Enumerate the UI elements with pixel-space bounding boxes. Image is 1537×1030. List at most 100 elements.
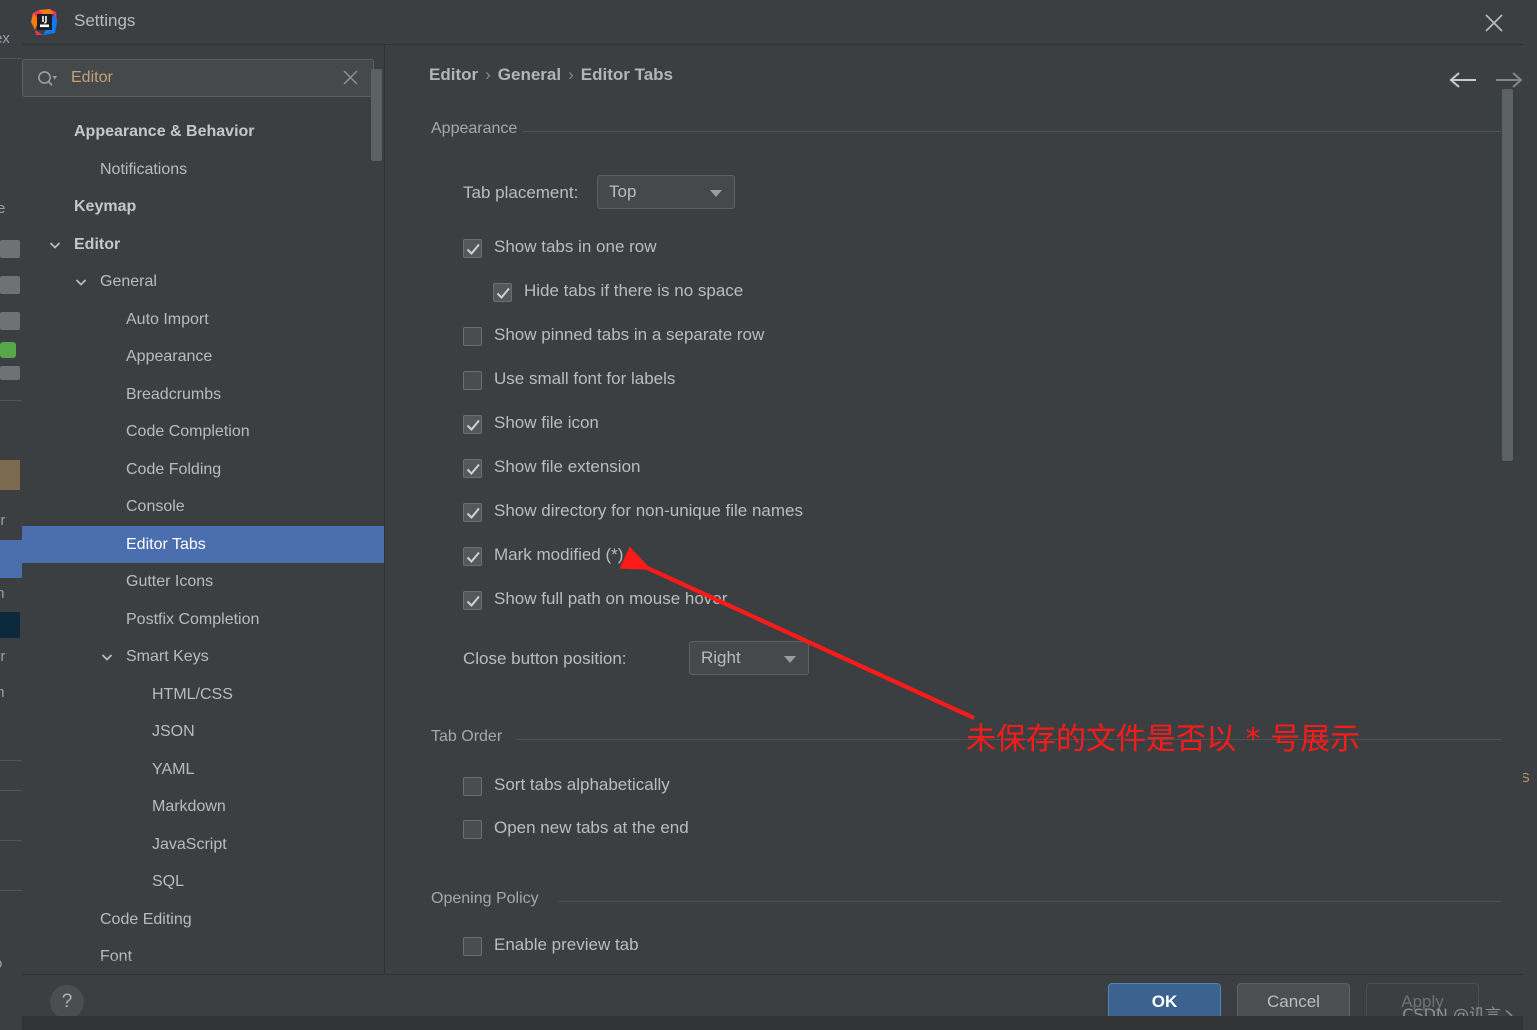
sidebar-item-label: Code Folding: [126, 460, 222, 478]
breadcrumb-part: Editor Tabs: [580, 65, 674, 84]
sidebar-item-label: Breadcrumbs: [126, 385, 222, 403]
checkbox-label: Enable preview tab: [494, 935, 639, 954]
sidebar-item-editor[interactable]: Editor: [22, 226, 384, 264]
sidebar-item-label: Appearance: [126, 348, 213, 365]
checkbox-checked-icon[interactable]: [463, 459, 482, 478]
sidebar-item-editor-tabs[interactable]: Editor Tabs: [22, 525, 384, 563]
checkbox-label: Mark modified (*): [494, 545, 624, 564]
sidebar-item-postfix-completion[interactable]: Postfix Completion: [22, 601, 384, 639]
intellij-idea-logo-icon: IJ: [30, 8, 58, 36]
checkbox-checked-icon[interactable]: [463, 503, 482, 522]
checkbox-label: Show tabs in one row: [494, 237, 657, 256]
svg-text:IJ: IJ: [42, 15, 48, 24]
checkbox-label: Show file extension: [494, 457, 641, 476]
checkbox-label: Hide tabs if there is no space: [524, 281, 744, 300]
annotation-text: 未保存的文件是否以 * 号展示: [966, 722, 1361, 757]
sidebar-item-label: Console: [126, 498, 185, 515]
sidebar-item-label: Notifications: [100, 160, 188, 178]
checkbox-unchecked-icon[interactable]: [463, 937, 482, 956]
help-button[interactable]: ?: [50, 985, 84, 1019]
sidebar-item-gutter-icons[interactable]: Gutter Icons: [22, 563, 384, 601]
sidebar-item-label: Postfix Completion: [126, 610, 260, 628]
settings-tree[interactable]: Appearance & Behavior Notifications Keymap…: [22, 113, 384, 975]
checkbox-label: Sort tabs alphabetically: [494, 775, 670, 794]
checkbox-checked-icon[interactable]: [463, 547, 482, 566]
sidebar-scrollbar[interactable]: [371, 69, 382, 161]
chevron-down-icon: [710, 190, 722, 197]
sidebar-fade: [22, 957, 384, 975]
sidebar-item-javascript[interactable]: JavaScript: [22, 826, 384, 864]
sidebar-item-notifications[interactable]: Notifications: [22, 151, 384, 189]
checkbox-checked-icon[interactable]: [463, 239, 482, 258]
arrow-left-icon[interactable]: [1447, 70, 1481, 95]
checkbox-label: Show file icon: [494, 413, 599, 432]
tab-placement-label: Tab placement:: [463, 183, 579, 202]
sidebar-item-code-folding[interactable]: Code Folding: [22, 451, 384, 489]
sidebar-item-label: Gutter Icons: [126, 573, 214, 590]
bg-text-fragment: ex: [0, 30, 10, 47]
sidebar-item-code-editing[interactable]: Code Editing: [22, 901, 384, 939]
sidebar-item-code-completion[interactable]: Code Completion: [22, 413, 384, 451]
sidebar-item-yaml[interactable]: YAML: [22, 751, 384, 789]
search-input-value: Editor: [71, 69, 113, 86]
checkbox-label: Open new tabs at the end: [494, 818, 689, 837]
checkbox-unchecked-icon[interactable]: [463, 371, 482, 390]
sidebar-item-label: Keymap: [74, 198, 137, 215]
breadcrumb-part[interactable]: Editor: [429, 65, 478, 84]
sidebar-item-label: Appearance & Behavior: [74, 123, 255, 140]
checkbox-unchecked-icon[interactable]: [463, 820, 482, 839]
sidebar-item-appearance-behavior[interactable]: Appearance & Behavior: [22, 113, 384, 151]
group-header: Opening Policy: [431, 890, 1501, 910]
checkbox-checked-icon[interactable]: [463, 415, 482, 434]
sidebar-item-json[interactable]: JSON: [22, 713, 384, 751]
sidebar-item-general[interactable]: General: [22, 263, 384, 301]
sidebar-item-auto-import[interactable]: Auto Import: [22, 301, 384, 339]
sidebar-item-label: Editor: [74, 235, 121, 253]
breadcrumb: Editor › General › Editor Tabs: [429, 65, 673, 85]
settings-content-panel: Editor › General › Editor Tabs Appearance Ta…: [385, 45, 1523, 975]
chevron-down-icon[interactable]: [74, 275, 88, 289]
sidebar-item-label: Code Completion: [126, 423, 250, 440]
sidebar-item-label: General: [100, 273, 157, 290]
close-button-position-select[interactable]: Right: [689, 641, 809, 675]
group-title: Opening Policy: [431, 890, 539, 907]
group-title: Appearance: [431, 120, 518, 137]
sidebar-item-smart-keys[interactable]: Smart Keys: [22, 638, 384, 676]
close-icon[interactable]: [1477, 6, 1511, 38]
search-input[interactable]: Editor: [22, 59, 374, 97]
dialog-footer: ? OK Cancel Apply CSDN @讥言丶: [22, 974, 1523, 1030]
settings-sidebar: Editor Appearance & Behavior Notification…: [22, 45, 384, 1030]
sidebar-item-keymap[interactable]: Keymap: [22, 188, 384, 226]
group-rule: [523, 131, 1501, 132]
sidebar-item-appearance[interactable]: Appearance: [22, 338, 384, 376]
content-scrollbar[interactable]: [1502, 89, 1513, 461]
sidebar-item-console[interactable]: Console: [22, 488, 384, 526]
tab-placement-select[interactable]: Top: [597, 175, 735, 209]
sidebar-item-html-css[interactable]: HTML/CSS: [22, 676, 384, 714]
breadcrumb-separator: ›: [568, 65, 574, 84]
sidebar-item-label: Editor Tabs: [126, 535, 206, 553]
checkbox-unchecked-icon[interactable]: [463, 777, 482, 796]
chevron-down-icon[interactable]: [100, 650, 114, 664]
clear-icon[interactable]: [342, 69, 359, 91]
checkbox-checked-icon[interactable]: [463, 591, 482, 610]
bg-text-fragment: or: [0, 512, 6, 529]
sidebar-item-breadcrumbs[interactable]: Breadcrumbs: [22, 376, 384, 414]
checkbox-checked-icon[interactable]: [493, 283, 512, 302]
sidebar-item-label: YAML: [152, 760, 195, 778]
search-field-wrapper: Editor: [22, 59, 384, 99]
sidebar-item-label: Code Editing: [100, 910, 192, 928]
dialog-title: Settings: [74, 11, 136, 30]
background-left-strip: ex re or m or m u t o o: [0, 0, 23, 1030]
group-title: Tab Order: [431, 728, 503, 745]
breadcrumb-part[interactable]: General: [498, 65, 561, 84]
chevron-down-icon[interactable]: [48, 238, 62, 252]
sidebar-item-sql[interactable]: SQL: [22, 863, 384, 901]
bg-text-fragment: m: [0, 585, 5, 602]
sidebar-item-label: Markdown: [152, 798, 226, 815]
group-rule: [559, 901, 1501, 902]
checkbox-label: Show directory for non-unique file names: [494, 501, 803, 520]
bg-text-fragment: o: [0, 955, 2, 972]
checkbox-unchecked-icon[interactable]: [463, 327, 482, 346]
sidebar-item-markdown[interactable]: Markdown: [22, 788, 384, 826]
